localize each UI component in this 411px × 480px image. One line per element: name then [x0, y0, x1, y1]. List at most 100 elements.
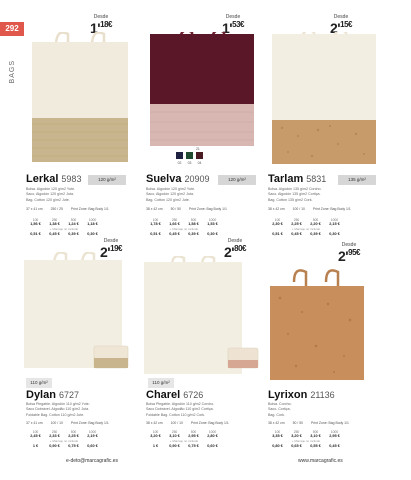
marking-note: + Marcaje no incluido	[169, 439, 199, 443]
marking-note: + Marcaje no incluido	[49, 439, 79, 443]
mark-price: 0,55 €	[310, 444, 321, 448]
color-swatch[interactable]	[186, 152, 193, 159]
qty-price: 3,20 €	[291, 434, 302, 438]
page-number: 292	[0, 22, 24, 36]
spec-row: 37 x 41 cm 250 / 25 Print Zone: Bag Body…	[26, 207, 109, 211]
product-image	[268, 32, 380, 164]
mark-price: 0,90 €	[169, 444, 180, 448]
qty-price: 1,53 €	[207, 222, 218, 226]
mark-price: 0,51 €	[272, 232, 283, 236]
weight-badge: 110 g/m²	[148, 378, 174, 388]
marking-note: + Marcaje no incluido	[49, 227, 79, 231]
mark-price: 0,39 €	[310, 232, 321, 236]
qty-price: 1,24 €	[68, 222, 79, 226]
mark-price: 0,51 €	[30, 232, 41, 236]
spec-row: 38 x 42 cm 50 / 50 Print Zone: Bag Body …	[146, 207, 227, 211]
desc-line: Bag. Cotton 135 g/m2 Cork.	[268, 197, 313, 202]
mark-price: 0,30 €	[329, 232, 340, 236]
mark-price: 0,60 €	[207, 444, 218, 448]
qty-price: 2,25 €	[291, 222, 302, 226]
section-label: BAGS	[9, 60, 16, 84]
qty-price: 1,78 €	[150, 222, 161, 226]
box-spec: 250 / 25	[50, 207, 63, 211]
product-code: 20909	[184, 174, 210, 184]
swatch-code: 03	[187, 161, 192, 165]
print-zone-spec: Print Zone: Bag Body 1/1	[70, 207, 109, 211]
qty-price: 2,30 €	[272, 222, 283, 226]
qty-price: 1,18 €	[87, 222, 98, 226]
mark-price: 1 €	[152, 444, 159, 448]
product-image	[26, 32, 134, 162]
desc-line: Saco. Algodón 120 g/m2 Juta.	[146, 192, 194, 197]
size-spec: 38 x 42 cm	[146, 421, 163, 425]
weight-badge: 120 g/m²	[88, 175, 126, 185]
swatch-top-code: 21	[196, 147, 200, 151]
product-title: Lyrixon 21136	[268, 389, 335, 401]
product-description: Bolsa. Corcho. Saco. Cortiça. Bag. Cork.	[268, 402, 292, 418]
size-spec: 38 x 42 cm	[268, 421, 285, 425]
box-spec: 100 / 10	[50, 421, 63, 425]
color-swatches	[176, 152, 203, 159]
box-spec: 100 / 10	[170, 421, 183, 425]
desc-line: Bag. Cork.	[268, 412, 285, 417]
product-description: Bolsa. Algodón 120 g/m2 Yute. Saco. Algo…	[146, 187, 195, 203]
marking-note: + Marcaje no incluido	[291, 439, 321, 443]
qty-price: 2,95 €	[329, 434, 340, 438]
price-table: 100 250 500 1000 1,56 €1,38 €1,24 €1,18 € +…	[26, 218, 102, 236]
mark-price: 0,30 €	[87, 232, 98, 236]
price-table: 100 250 500 1000 2,45 €2,33 €2,25 €2,19 € +…	[26, 430, 102, 448]
footer-website[interactable]: www.marcagrafic.es	[298, 458, 343, 464]
size-spec: 38 x 42 cm	[268, 207, 285, 211]
desc-line: Bag. Cotton 120 g/m2 Jute.	[26, 197, 70, 202]
product-name: Lyrixon	[268, 389, 308, 401]
product-code: 6727	[58, 390, 79, 400]
color-swatch[interactable]	[196, 152, 203, 159]
product-name: Tarlam	[268, 173, 304, 185]
product-description: Bolsa. Algodón 135 g/m2 Corcho. Saco. Al…	[268, 187, 322, 203]
desc-line: Foldable Bag. Cotton 110 g/m2 Jute.	[26, 412, 85, 417]
size-spec: 37 x 41 cm	[26, 207, 43, 211]
product-description: Bolsa Plegable. Algodón 110 g/m2 Yute. S…	[26, 402, 90, 418]
box-spec: 50 / 50	[292, 421, 303, 425]
desc-line: Bag. Cotton 120 g/m2 Jute.	[146, 197, 190, 202]
mark-price: 0,80 €	[272, 444, 283, 448]
qty-price: 2,19 €	[87, 434, 98, 438]
product-code: 21136	[310, 390, 335, 400]
product-image	[20, 252, 136, 376]
price-table: 100 250 500 1000 3,35 €3,20 €3,10 €2,95 € +…	[268, 430, 344, 448]
product-title: Dylan 6727	[26, 389, 79, 401]
qty-price: 3,10 €	[310, 434, 321, 438]
qty-price: 3,20 €	[150, 434, 161, 438]
print-zone-spec: Print Zone: Bag Body 1/1	[70, 421, 109, 425]
product-description: Bolsa Plegable. Algodón 110 g/m2 Corcho.…	[146, 402, 214, 418]
product-code: 5983	[61, 174, 82, 184]
mark-price: 0,30 €	[207, 232, 218, 236]
mark-price: 0,75 €	[188, 444, 199, 448]
spec-row: 38 x 42 cm 50 / 50 Print Zone: Bag Body …	[268, 421, 349, 425]
desc-line: Saco Dobrável. Algodão 110 g/m2 Juta.	[26, 407, 90, 412]
footer-email[interactable]: e-deto@marcagrafic.es	[66, 458, 118, 464]
mark-price: 0,90 €	[49, 444, 60, 448]
marking-note: + Marcaje no incluido	[169, 227, 199, 231]
mark-price: 0,51 €	[150, 232, 161, 236]
qty-price: 2,80 €	[207, 434, 218, 438]
weight-badge: 110 g/m²	[26, 378, 52, 388]
spec-row: 38 x 42 cm 100 / 10 Print Zone: Bag Body…	[268, 207, 351, 211]
price-block: Desde 2'95€	[338, 242, 360, 266]
marking-note: + Marcaje no incluido	[291, 227, 321, 231]
color-swatch[interactable]	[176, 152, 183, 159]
print-zone-spec: Print Zone: Bag Body 1/1	[188, 207, 227, 211]
mark-price: 0,45 €	[49, 232, 60, 236]
product-title: Suelva 20909	[146, 173, 210, 185]
desc-line: Saco. Algodón 120 g/m2 Juta.	[26, 192, 74, 197]
box-spec: 50 / 50	[170, 207, 181, 211]
mark-price: 1 €	[32, 444, 39, 448]
weight-badge: 135 g/m²	[338, 175, 376, 185]
print-zone-spec: Print Zone: Bag Body 1/1	[312, 207, 351, 211]
qty-price: 2,25 €	[68, 434, 79, 438]
product-image	[146, 32, 258, 146]
mark-price: 0,39 €	[188, 232, 199, 236]
qty-price: 2,95 €	[188, 434, 199, 438]
desc-line: Saco Dobrável. Algodão 110 g/m2 Cortiça.	[146, 407, 214, 412]
product-name: Dylan	[26, 389, 56, 401]
